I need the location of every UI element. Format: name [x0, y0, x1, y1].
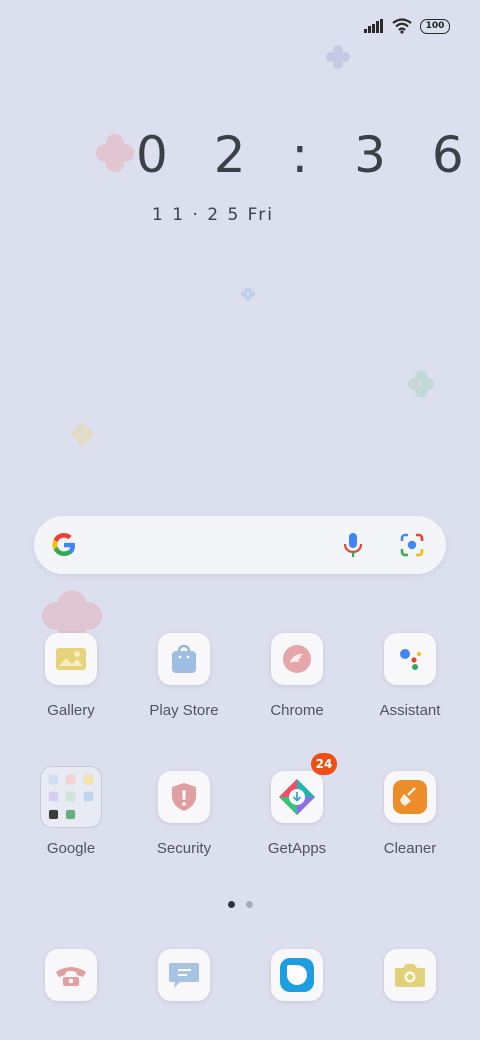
- folder-app-drive-icon: [66, 792, 76, 802]
- clock-date[interactable]: 1 1 · 2 5 Fri: [152, 205, 274, 225]
- app-label: Assistant: [379, 702, 441, 719]
- folder-empty-slot: [84, 810, 93, 819]
- google-g-icon: [52, 532, 75, 556]
- google-search-bar[interactable]: [34, 516, 446, 574]
- dock-phone[interactable]: [16, 949, 126, 1001]
- folder-app-files-icon: [49, 775, 59, 785]
- folder-app-maps-icon: [83, 775, 93, 785]
- app-label: Cleaner: [383, 840, 437, 857]
- battery-indicator: 100: [420, 18, 450, 34]
- app-label: GetApps: [267, 840, 327, 857]
- folder-app-meet-icon: [66, 809, 76, 819]
- app-label: Chrome: [270, 702, 324, 719]
- folder-google[interactable]: Google: [16, 766, 126, 857]
- lens-camera-icon[interactable]: [398, 532, 426, 558]
- app-label: Gallery: [47, 702, 95, 719]
- clock-time[interactable]: 0 2 : 3 6: [136, 126, 479, 184]
- flower-purple: [326, 45, 350, 69]
- folder-app-duo-icon: [83, 792, 93, 802]
- signal-icon: [364, 19, 383, 33]
- flower-pink-top: [96, 134, 134, 172]
- flower-yellow: [71, 423, 93, 445]
- camera-icon[interactable]: [384, 949, 436, 1001]
- app-label: Security: [156, 840, 212, 857]
- dock-camera[interactable]: [355, 949, 465, 1001]
- page-dot[interactable]: [246, 901, 253, 908]
- app-assistant[interactable]: Assistant: [355, 633, 465, 719]
- app-security[interactable]: Security: [129, 771, 239, 857]
- cleaner-broom-icon[interactable]: [384, 771, 436, 823]
- phone-icon[interactable]: [45, 949, 97, 1001]
- folder-app-gmail-icon: [66, 775, 76, 785]
- app-chrome[interactable]: Chrome: [242, 633, 352, 719]
- dock-browser[interactable]: [242, 949, 352, 1001]
- folder-app-photos-icon: [49, 792, 59, 802]
- microphone-icon[interactable]: [342, 531, 364, 559]
- page-dot-active[interactable]: [228, 901, 235, 908]
- assistant-icon[interactable]: [384, 633, 436, 685]
- page-indicator[interactable]: [228, 901, 253, 908]
- app-cleaner[interactable]: Cleaner: [355, 771, 465, 857]
- google-folder-icon[interactable]: [40, 766, 102, 828]
- app-label: Google: [46, 840, 96, 857]
- app-gallery[interactable]: Gallery: [16, 633, 126, 719]
- messages-icon[interactable]: [158, 949, 210, 1001]
- status-bar: 100: [364, 18, 450, 34]
- flower-green: [408, 370, 434, 398]
- play-store-icon[interactable]: [158, 633, 210, 685]
- folder-app-tv-icon: [49, 809, 59, 819]
- app-label: Play Store: [149, 702, 219, 719]
- browser-icon[interactable]: [271, 949, 323, 1001]
- app-play-store[interactable]: Play Store: [129, 633, 239, 719]
- app-getapps[interactable]: 24 GetApps: [242, 753, 352, 857]
- security-shield-icon[interactable]: [158, 771, 210, 823]
- notification-badge: 24: [311, 753, 337, 775]
- dock-messages[interactable]: [129, 949, 239, 1001]
- flower-blue-small: [241, 287, 255, 301]
- wifi-icon: [392, 18, 412, 34]
- battery-level: 100: [425, 21, 445, 31]
- getapps-icon[interactable]: 24: [271, 753, 337, 823]
- gallery-icon[interactable]: [45, 633, 97, 685]
- chrome-icon[interactable]: [271, 633, 323, 685]
